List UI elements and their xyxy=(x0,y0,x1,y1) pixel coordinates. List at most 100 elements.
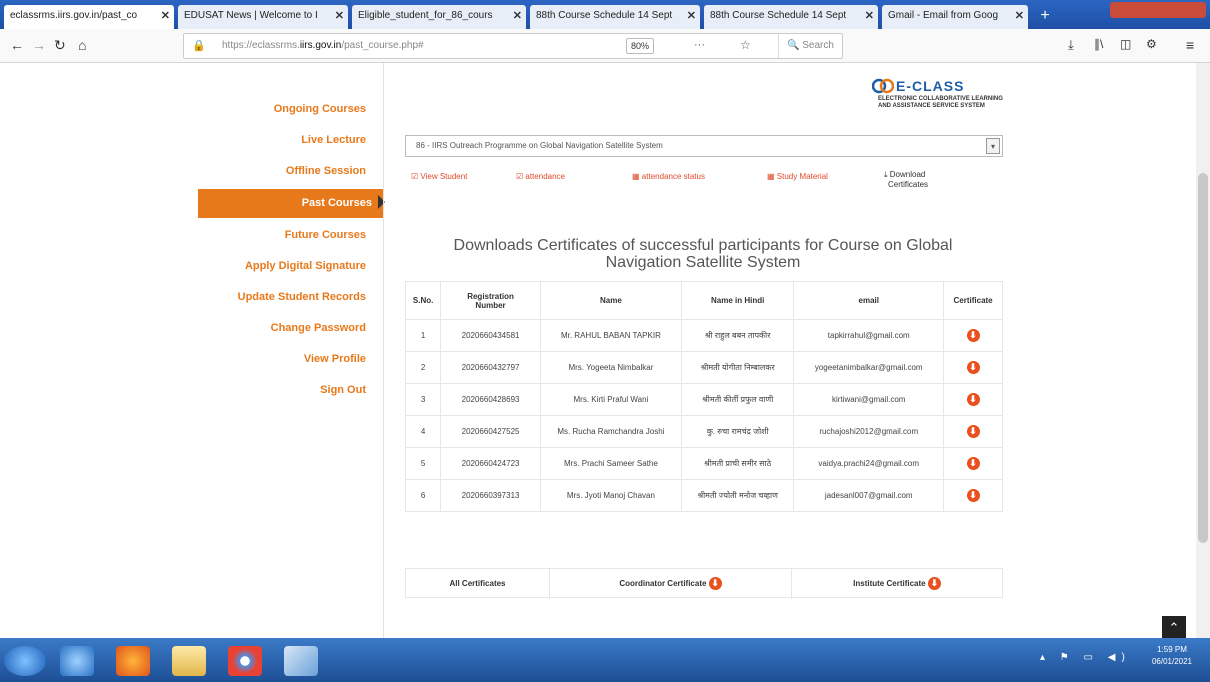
course-select-value: 86 - IIRS Outreach Programme on Global N… xyxy=(416,141,663,150)
cell-email: kirtiwani@gmail.com xyxy=(793,383,945,416)
cell-sno: 4 xyxy=(404,415,442,448)
extension-icon[interactable]: ⚙ xyxy=(1146,37,1157,51)
col-registration: Registration Number xyxy=(440,281,541,320)
home-icon[interactable]: ⌂ xyxy=(78,37,86,53)
cell-certificate: ⬇ xyxy=(943,383,1003,416)
cell-certificate: ⬇ xyxy=(943,447,1003,480)
paint-icon[interactable] xyxy=(284,646,318,676)
sidebar-item-apply-digital-signature[interactable]: Apply Digital Signature xyxy=(208,260,378,272)
page-scrollbar[interactable] xyxy=(1196,63,1210,638)
forward-icon[interactable]: → xyxy=(32,37,46,53)
download-certificate-icon[interactable]: ⬇ xyxy=(966,329,980,342)
view-student-link[interactable]: ☑ View Student xyxy=(411,172,467,181)
reload-icon[interactable]: ↻ xyxy=(54,37,66,54)
menu-icon[interactable]: ≡ xyxy=(1186,37,1194,53)
download-certificate-icon[interactable]: ⬇ xyxy=(966,457,980,470)
download-icon[interactable]: ⤓ xyxy=(1068,37,1074,53)
cell-sno: 2 xyxy=(404,351,442,384)
cell-sno: 6 xyxy=(404,479,442,512)
library-icon[interactable]: ∥\ xyxy=(1094,37,1103,51)
tab[interactable]: Gmail - Email from Goog ✕ xyxy=(882,5,1028,29)
grid-icon: ▦ xyxy=(767,172,775,181)
course-select[interactable]: 86 - IIRS Outreach Programme on Global N… xyxy=(405,135,1003,157)
download-icon: ⬇ xyxy=(708,577,722,590)
attendance-status-link[interactable]: ▦ attendance status xyxy=(632,172,705,181)
tab[interactable]: Eligible_student_for_86_cours ✕ xyxy=(352,5,526,29)
sidebar-item-offline-session[interactable]: Offline Session xyxy=(208,165,378,177)
close-tab-icon[interactable]: ✕ xyxy=(1015,9,1024,22)
download-certificate-icon[interactable]: ⬇ xyxy=(966,489,980,502)
cell-certificate: ⬇ xyxy=(943,415,1003,448)
tab-active[interactable]: eclassrms.iirs.gov.in/past_co ✕ xyxy=(4,5,174,29)
table-row: 3 2020660428693 Mrs. Kirti Praful Wani श… xyxy=(404,383,1003,416)
download-certificate-icon[interactable]: ⬇ xyxy=(966,361,980,374)
window-controls[interactable] xyxy=(1110,2,1206,18)
sidebar-item-live-lecture[interactable]: Live Lecture xyxy=(208,134,378,146)
download-certificate-icon[interactable]: ⬇ xyxy=(966,393,980,406)
all-certificates-label: All Certificates xyxy=(406,569,550,599)
file-explorer-icon[interactable] xyxy=(172,646,206,676)
scrollbar-thumb[interactable] xyxy=(1198,173,1208,543)
taskbar-clock[interactable]: 1:59 PM 06/01/2021 xyxy=(1138,644,1206,668)
page-title: Downloads Certificates of successful par… xyxy=(453,237,953,271)
url-text[interactable]: https://eclassrms.iirs.gov.in/past_cours… xyxy=(222,40,424,51)
search-icon: 🔍 xyxy=(787,40,800,51)
attendance-link[interactable]: ☑ attendance xyxy=(516,172,565,181)
tab[interactable]: 88th Course Schedule 14 Sept ✕ xyxy=(530,5,700,29)
tab[interactable]: 88th Course Schedule 14 Sept ✕ xyxy=(704,5,878,29)
sidebar-item-update-student-records[interactable]: Update Student Records xyxy=(208,291,378,303)
tab[interactable]: EDUSAT News | Welcome to I ✕ xyxy=(178,5,348,29)
download-icon: ⬇ xyxy=(927,577,941,590)
sidebar-item-change-password[interactable]: Change Password xyxy=(208,322,378,334)
url-bar[interactable]: 🔒 https://eclassrms.iirs.gov.in/past_cou… xyxy=(183,33,843,59)
cell-email: tapkirrahul@gmail.com xyxy=(793,319,945,352)
download-certificates-link[interactable]: ⤓ Download Certificates xyxy=(884,170,928,190)
bookmark-star-icon[interactable]: ☆ xyxy=(740,38,751,52)
close-tab-icon[interactable]: ✕ xyxy=(161,9,170,22)
institute-certificate-button[interactable]: Institute Certificate ⬇ xyxy=(792,569,1002,599)
search-input[interactable]: 🔍 Search xyxy=(778,34,844,58)
eclass-logo-icon xyxy=(872,78,894,94)
study-material-link[interactable]: ▦ Study Material xyxy=(767,172,828,181)
close-tab-icon[interactable]: ✕ xyxy=(513,9,522,22)
tab-title: EDUSAT News | Welcome to I xyxy=(184,10,318,21)
close-tab-icon[interactable]: ✕ xyxy=(865,9,874,22)
download-icon: ⤓ xyxy=(884,170,888,179)
download-certificate-icon[interactable]: ⬇ xyxy=(966,425,980,438)
chrome-icon[interactable] xyxy=(228,646,262,676)
sidebar-item-past-courses[interactable]: Past Courses xyxy=(198,189,384,218)
sidebar-item-view-profile[interactable]: View Profile xyxy=(208,353,378,365)
cell-hindi: कु. रुचा रामचंद्र जोशी xyxy=(681,415,795,448)
cell-email: jadesanl007@gmail.com xyxy=(793,479,945,512)
logo-subtitle: ELECTRONIC COLLABORATIVE LEARNING AND AS… xyxy=(878,96,1003,109)
internet-explorer-icon[interactable] xyxy=(60,646,94,676)
new-tab-icon[interactable]: + xyxy=(1032,6,1058,26)
cell-registration: 2020660427525 xyxy=(440,415,541,448)
cell-registration: 2020660424723 xyxy=(440,447,541,480)
logo-title: E-CLASS xyxy=(896,78,965,94)
tab-title: 88th Course Schedule 14 Sept xyxy=(710,10,847,21)
chevron-down-icon[interactable]: ▾ xyxy=(986,138,1000,154)
col-name: Name xyxy=(539,281,683,320)
col-email: email xyxy=(793,281,945,320)
table-header-row: S.No. Registration Number Name Name in Hi… xyxy=(404,281,1003,320)
close-tab-icon[interactable]: ✕ xyxy=(687,9,696,22)
more-actions-icon[interactable]: ··· xyxy=(694,39,705,51)
cell-hindi: श्रीमती कीर्ती प्रफुल वाणी xyxy=(681,383,795,416)
system-tray[interactable]: ▴ ⚑ ▭ ◀) xyxy=(1040,652,1131,663)
cell-name: Ms. Rucha Ramchandra Joshi xyxy=(539,415,683,448)
coordinator-certificate-button[interactable]: Coordinator Certificate ⬇ xyxy=(550,569,792,599)
back-icon[interactable]: ← xyxy=(10,37,24,53)
sidebar-item-ongoing-courses[interactable]: Ongoing Courses xyxy=(208,103,378,115)
tab-title: eclassrms.iirs.gov.in/past_co xyxy=(10,10,138,21)
sidebar-item-future-courses[interactable]: Future Courses xyxy=(208,229,378,241)
sidebar-item-sign-out[interactable]: Sign Out xyxy=(208,384,378,396)
firefox-icon[interactable] xyxy=(116,646,150,676)
close-tab-icon[interactable]: ✕ xyxy=(335,9,344,22)
cell-sno: 3 xyxy=(404,383,442,416)
sidebar-icon[interactable]: ◫ xyxy=(1120,37,1131,51)
scroll-to-top-button[interactable]: ⌃ xyxy=(1162,616,1186,640)
start-button-icon[interactable] xyxy=(4,646,46,676)
zoom-level[interactable]: 80% xyxy=(626,38,655,54)
cell-hindi: श्रीमती ज्योती मनोज चव्हाण xyxy=(681,479,795,512)
